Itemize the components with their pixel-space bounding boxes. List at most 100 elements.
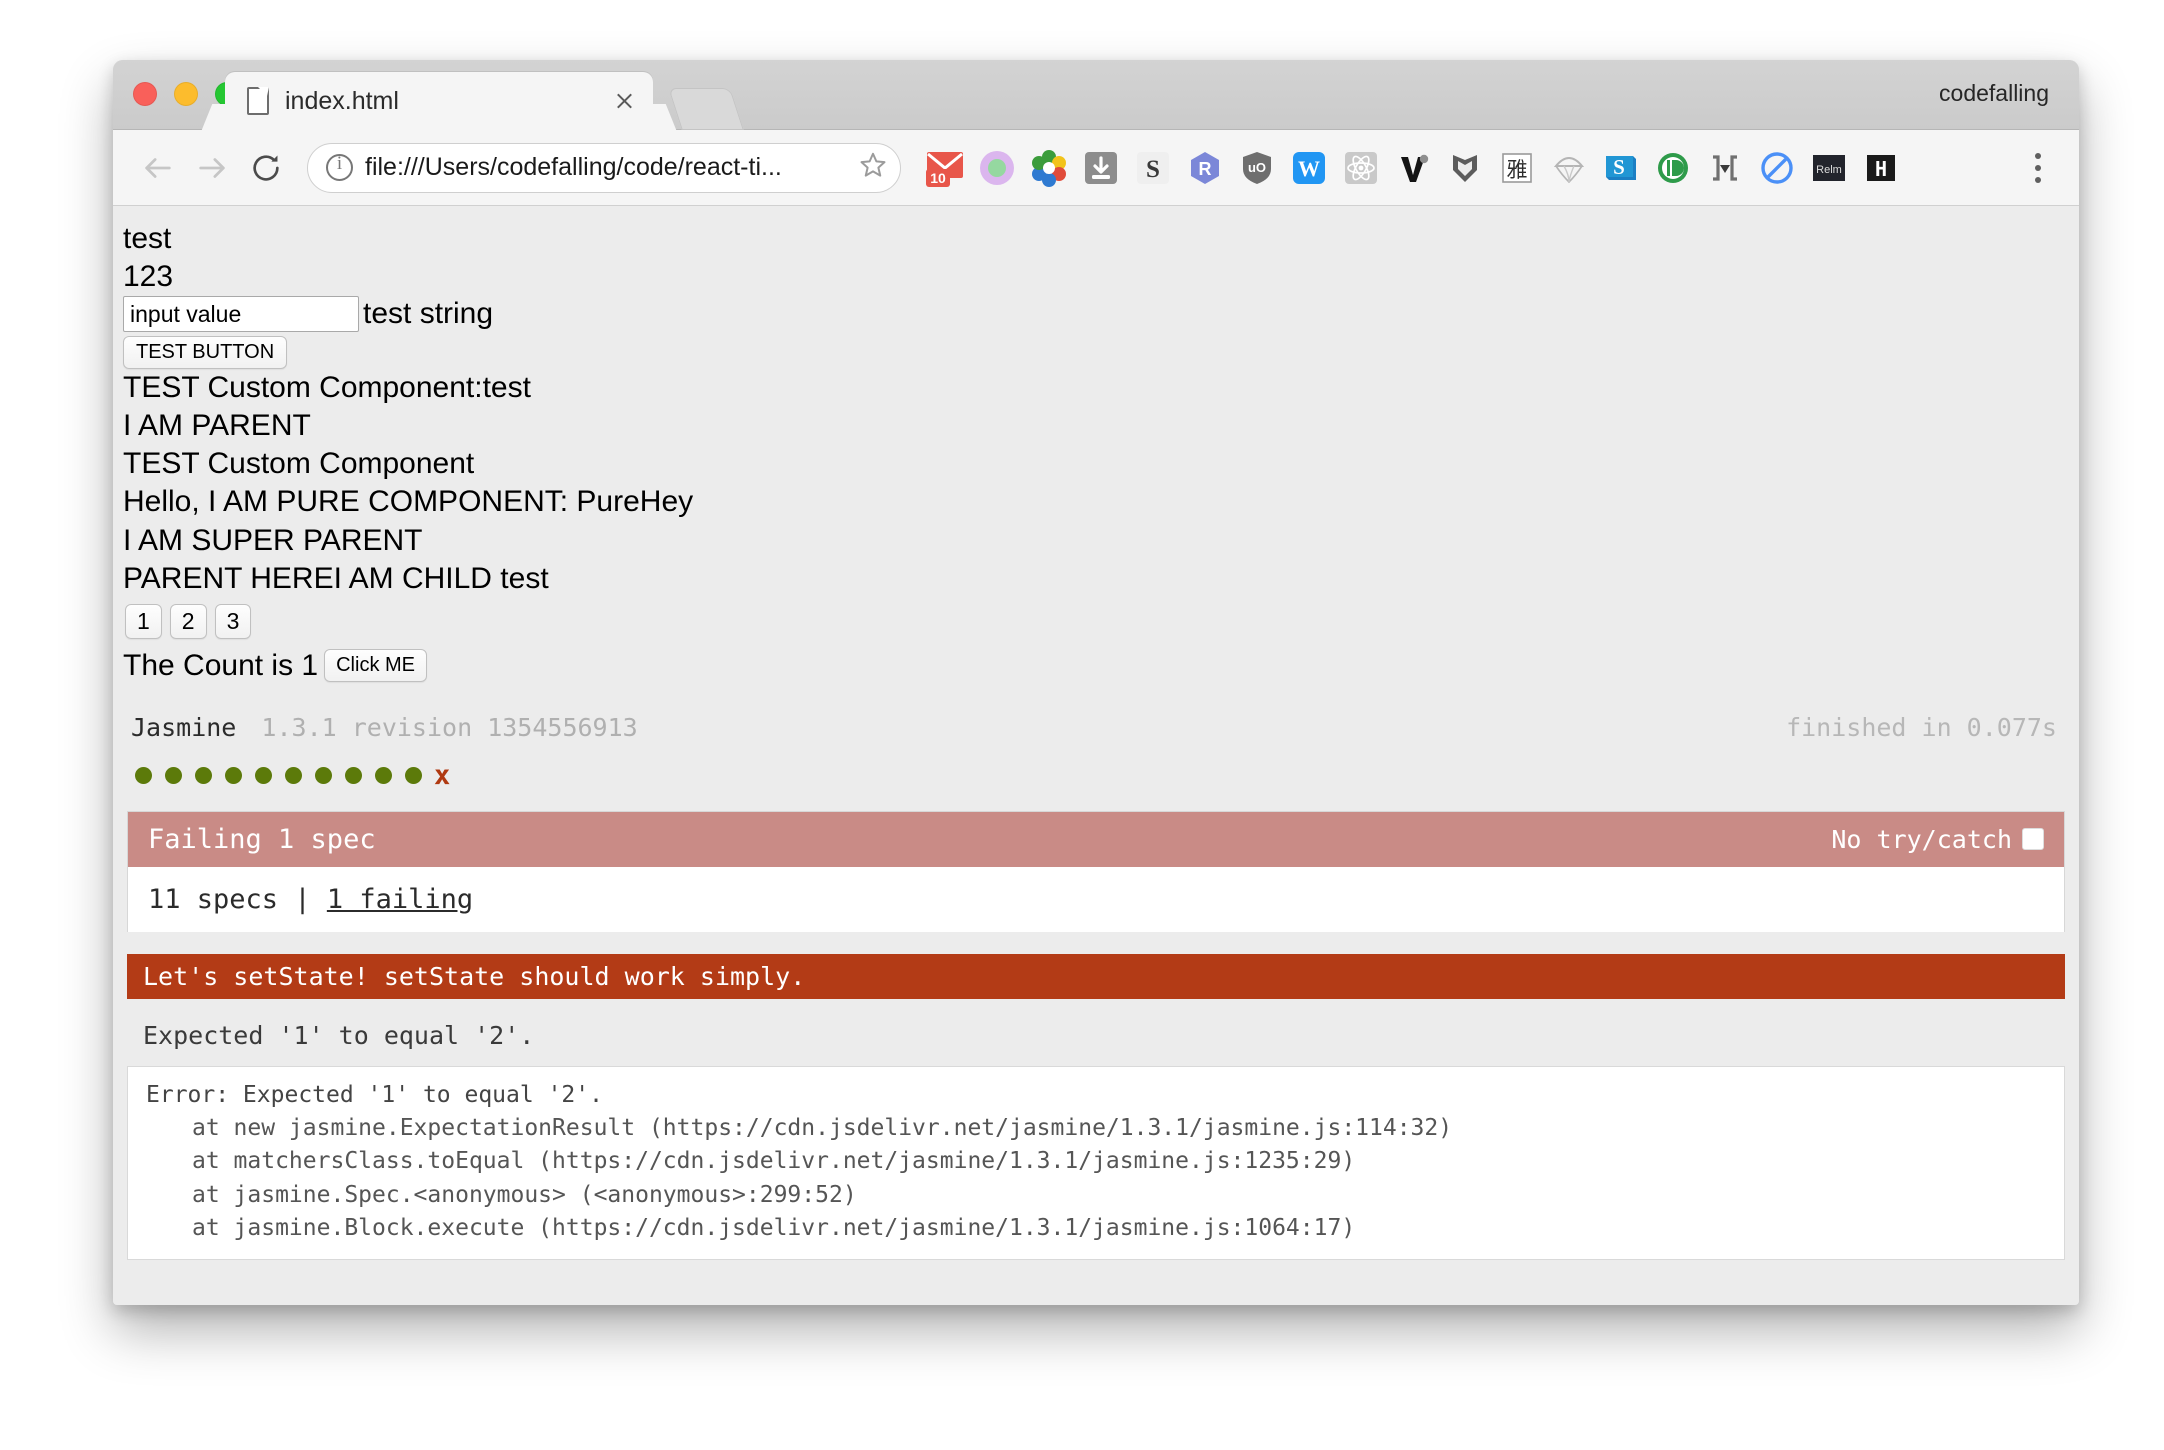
svg-text:10: 10: [930, 170, 946, 186]
spec-pass-dot[interactable]: [255, 766, 272, 784]
chrome-menu-icon[interactable]: [2015, 142, 2061, 194]
ublock-origin-icon[interactable]: uO: [1231, 142, 1283, 194]
page-viewport: test 123 test string TEST BUTTON TEST Cu…: [113, 206, 2079, 1305]
failing-suite-title[interactable]: Let's setState! setState should work sim…: [127, 953, 2065, 999]
tab-title: index.html: [285, 86, 399, 115]
momentum-shield-icon[interactable]: [1439, 142, 1491, 194]
no-trycatch-toggle[interactable]: No try/catch: [1831, 825, 2044, 854]
close-icon[interactable]: [609, 86, 639, 116]
input-row: test string: [123, 296, 2079, 333]
svg-text:Relm: Relm: [1816, 164, 1842, 176]
tab-collapse-icon[interactable]: [1699, 142, 1751, 194]
spec-pass-dot[interactable]: [315, 766, 332, 784]
svg-text:雅: 雅: [1507, 158, 1528, 182]
svg-text:S: S: [1613, 155, 1625, 179]
test-string-label: test string: [363, 297, 494, 331]
parachute-icon[interactable]: [1543, 142, 1595, 194]
new-tab-button[interactable]: [668, 88, 744, 130]
spec-pass-dot[interactable]: [375, 766, 392, 784]
spec-pass-dot[interactable]: [285, 766, 302, 784]
spec-pass-dot[interactable]: [165, 766, 182, 784]
spec-fail-x-icon[interactable]: x: [434, 762, 450, 789]
wunderlist-w-icon[interactable]: W: [1283, 142, 1335, 194]
browser-tab-index-html[interactable]: index.html: [225, 72, 653, 130]
spec-pass-dot[interactable]: [345, 766, 362, 784]
address-bar[interactable]: file:///Users/codefalling/code/react-ti.…: [307, 142, 901, 193]
test-button[interactable]: TEST BUTTON: [123, 336, 288, 370]
svg-text:S: S: [1146, 156, 1160, 183]
number-button-1[interactable]: 1: [125, 603, 162, 639]
text-input[interactable]: [123, 296, 359, 333]
output-line-parent-here-child: PARENT HEREI AM CHILD test: [123, 561, 549, 595]
test-button-row: TEST BUTTON: [123, 332, 2079, 370]
output-line-super-parent: I AM SUPER PARENT: [123, 523, 423, 557]
vimium-v-icon[interactable]: [1387, 142, 1439, 194]
jasmine-banner: Jasmine 1.3.1 revision 1354556913 finish…: [113, 705, 2079, 748]
back-arrow-icon[interactable]: [131, 141, 185, 195]
reload-icon[interactable]: [239, 141, 293, 195]
number-button-2[interactable]: 2: [169, 603, 207, 639]
spec-failing-link[interactable]: 1 failing: [327, 884, 473, 915]
no-trycatch-label: No try/catch: [1831, 824, 2012, 854]
failure-stack-trace: Error: Expected '1' to equal '2'. at new…: [127, 1065, 2065, 1261]
output-line-i-am-parent: I AM PARENT: [123, 409, 311, 443]
browser-profile-label: codefalling: [1939, 80, 2049, 106]
colorful-pinwheel-icon[interactable]: [1023, 142, 1075, 194]
spec-pass-dot[interactable]: [195, 766, 212, 784]
output-line-test: test: [123, 222, 172, 255]
download-inbox-icon[interactable]: [1075, 142, 1127, 194]
evernote-s-icon[interactable]: S: [1127, 142, 1179, 194]
hacker-h-icon[interactable]: H: [1855, 142, 1907, 194]
close-window-button[interactable]: [133, 82, 157, 106]
bookmark-star-icon[interactable]: [858, 150, 888, 185]
svg-text:H: H: [1875, 157, 1887, 181]
reddit-r-hex-icon[interactable]: R: [1179, 142, 1231, 194]
extensions-bar: 10 S R uO W 雅 S Relm H: [919, 142, 2015, 194]
jasmine-version: 1.3.1 revision 1354556913: [261, 712, 638, 742]
number-buttons: 1 2 3: [123, 598, 2079, 643]
jasmine-symbol-row: x: [113, 748, 2079, 811]
adblock-icon[interactable]: [1751, 142, 1803, 194]
spec-separator: |: [294, 883, 311, 915]
circle-purple-icon[interactable]: [971, 142, 1023, 194]
svg-text:R: R: [1199, 159, 1212, 179]
click-me-button[interactable]: Click ME: [324, 649, 427, 683]
jasmine-reporter: Jasmine 1.3.1 revision 1354556913 finish…: [113, 705, 2079, 1261]
jasmine-summary-panel: Failing 1 spec No try/catch 11 specs | 1…: [127, 810, 2065, 932]
stack-line-error: Error: Expected '1' to equal '2'.: [146, 1081, 603, 1108]
spec-pass-dot[interactable]: [225, 766, 242, 784]
no-trycatch-checkbox[interactable]: [2022, 828, 2044, 851]
count-label: The Count is 1: [123, 648, 319, 682]
failing-spec-header: Failing 1 spec: [148, 823, 376, 855]
number-button-3[interactable]: 3: [214, 603, 252, 639]
failing-spec-bar: Failing 1 spec No try/catch: [128, 811, 2064, 867]
jasmine-title: Jasmine: [131, 712, 237, 742]
desktop-background: index.html codefalling i file:///Users/c…: [0, 0, 2164, 1450]
tab-strip: index.html codefalling: [113, 60, 2079, 130]
forward-arrow-icon[interactable]: [185, 141, 239, 195]
react-devtools-icon[interactable]: [1335, 142, 1387, 194]
jasmine-duration: finished in 0.077s: [1786, 712, 2057, 742]
spec-counts-row: 11 specs | 1 failing: [128, 866, 2064, 932]
stack-line-2: at matchersClass.toEqual (https://cdn.js…: [192, 1148, 1356, 1175]
svg-text:W: W: [1298, 156, 1320, 181]
page-info-icon[interactable]: [326, 153, 353, 181]
stack-line-4: at jasmine.Block.execute (https://cdn.js…: [192, 1215, 1356, 1242]
relm-icon[interactable]: Relm: [1803, 142, 1855, 194]
minimize-window-button[interactable]: [174, 82, 198, 106]
skitch-s-icon[interactable]: S: [1595, 142, 1647, 194]
url-text[interactable]: file:///Users/codefalling/code/react-ti.…: [365, 153, 852, 182]
spec-total-label: 11 specs: [148, 883, 279, 915]
counter-row: The Count is 1 Click ME: [123, 643, 2079, 687]
output-line-custom-component-test: TEST Custom Component:test: [123, 371, 531, 405]
spec-pass-dot[interactable]: [405, 766, 422, 784]
browser-toolbar: file:///Users/codefalling/code/react-ti.…: [113, 130, 2079, 206]
chrome-browser-window: index.html codefalling i file:///Users/c…: [113, 60, 2079, 1305]
react-demo-output: test 123 test string TEST BUTTON TEST Cu…: [113, 206, 2079, 687]
youdao-dict-icon[interactable]: 雅: [1491, 142, 1543, 194]
pocket-icon[interactable]: [1647, 142, 1699, 194]
failure-expectation-message: Expected '1' to equal '2'.: [127, 998, 2065, 1066]
gmail-checker-icon[interactable]: 10: [919, 142, 971, 194]
output-line-pure-component: Hello, I AM PURE COMPONENT: PureHey: [123, 485, 694, 519]
spec-pass-dot[interactable]: [135, 766, 152, 784]
